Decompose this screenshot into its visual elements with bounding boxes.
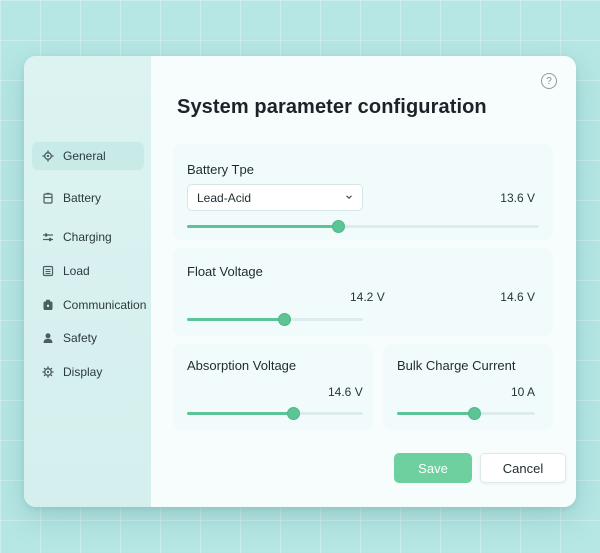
float-voltage-card: Float Voltage 14.2 V 14.6 V [173,248,553,336]
sidebar-item-label: General [63,149,106,163]
sidebar-item-label: Load [63,264,90,278]
gear-icon [42,366,54,378]
battery-type-selected: Lead-Acid [197,190,252,205]
main-panel: ? System parameter configuration Battery… [151,56,576,507]
float-voltage-slider[interactable] [187,313,363,326]
chevron-down-icon [346,195,352,200]
gear-icon [42,150,54,162]
sidebar-item-general[interactable]: General [32,142,144,170]
bulk-charge-current-slider[interactable] [397,407,535,420]
sidebar-item-load[interactable]: Load [32,257,144,285]
battery-type-card: Battery Tpe Lead-Acid 13.6 V [173,144,553,240]
sidebar-item-battery[interactable]: Battery [32,184,144,212]
sidebar-item-label: Charging [63,230,112,244]
slider-thumb[interactable] [286,407,300,420]
sidebar-item-charging[interactable]: Charging [32,223,144,251]
float-voltage-max-value: 14.6 V [500,290,535,304]
sidebar-item-label: Display [63,365,103,379]
bulk-charge-current-value: 10 A [510,385,535,399]
list-icon [42,265,54,277]
slider-fill [187,225,339,228]
slider-thumb[interactable] [332,220,346,233]
battery-icon [42,192,54,204]
cancel-button[interactable]: Cancel [480,453,566,483]
battery-type-label: Battery Tpe [187,162,254,177]
slider-thumb[interactable] [468,407,482,420]
config-dialog: General Battery Charging Load Communicat… [24,56,576,507]
bulk-charge-current-card: Bulk Charge Current 10 A [383,344,553,430]
sidebar-item-label: Communication [63,298,147,312]
battery-type-select[interactable]: Lead-Acid [187,184,363,211]
absorption-voltage-label: Absorption Voltage [187,358,297,373]
slider-thumb[interactable] [277,313,291,326]
absorption-voltage-slider[interactable] [187,407,363,420]
sidebar-item-label: Battery [63,191,102,205]
chip-icon [42,299,54,311]
bulk-charge-current-label: Bulk Charge Current [397,358,516,373]
float-voltage-label: Float Voltage [187,264,263,279]
sidebar-item-safety[interactable]: Safety [32,324,144,352]
battery-type-value: 13.6 V [500,191,535,205]
question-circle-icon[interactable]: ? [541,73,557,89]
absorption-voltage-card: Absorption Voltage 14.6 V [173,344,373,430]
save-button[interactable]: Save [394,453,472,483]
sidebar-item-communication[interactable]: Communication [32,291,147,319]
battery-type-slider[interactable] [187,220,539,233]
slider-fill [397,412,475,415]
sidebar: General Battery Charging Load Communicat… [24,56,151,507]
slider-fill [187,318,284,321]
float-voltage-value: 14.2 V [350,290,385,304]
user-shield-icon [42,332,54,344]
page-title: System parameter configuration [177,96,487,118]
slider-fill [187,412,293,415]
sliders-icon [42,231,54,243]
sidebar-item-label: Safety [63,331,98,345]
sidebar-item-display[interactable]: Display [32,358,144,386]
absorption-voltage-value: 14.6 V [328,385,363,399]
